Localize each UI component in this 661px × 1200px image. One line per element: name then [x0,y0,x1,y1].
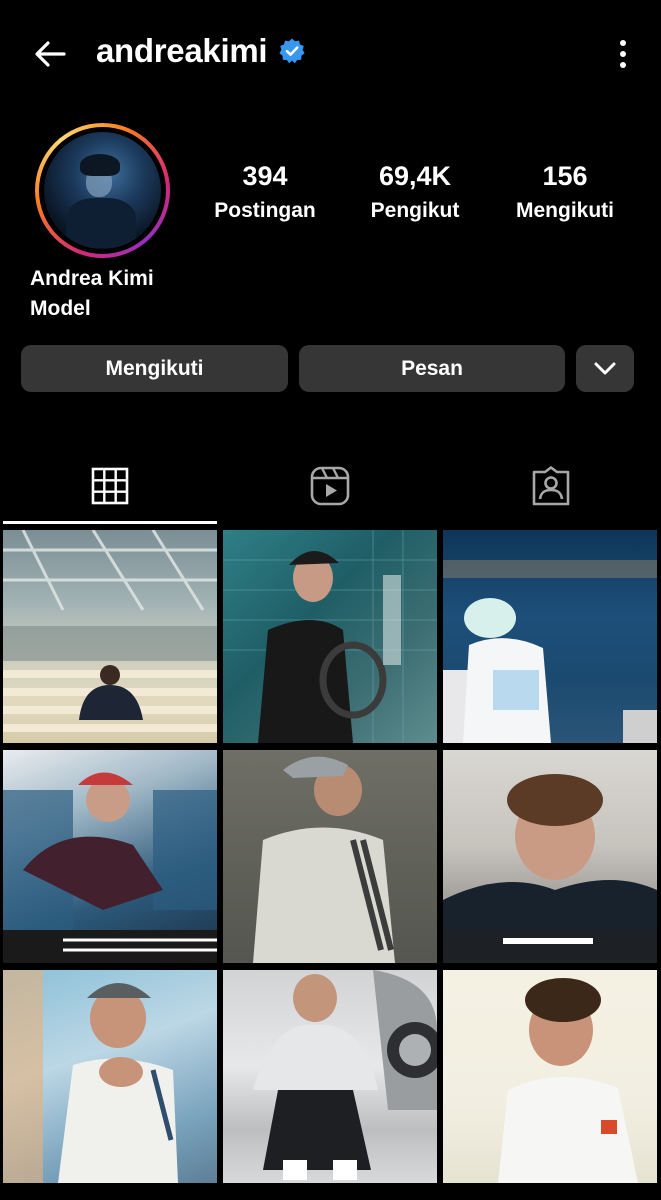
post-thumbnail[interactable] [223,970,437,1183]
reels-icon [311,466,350,506]
stat-value: 69,4K [378,161,452,191]
post-thumbnail[interactable] [443,750,657,963]
active-tab-indicator [3,521,217,524]
tagged-icon [532,466,570,506]
stat-label: Postingan [214,199,316,222]
post-thumbnail[interactable] [443,970,657,1183]
post-thumbnail[interactable] [443,530,657,743]
suggested-accounts-button[interactable] [576,345,634,392]
profile-stats: 394 Postingan 69,4K Pengikut 156 Mengiku… [190,158,640,228]
verified-badge-icon [277,36,307,66]
post-thumbnail[interactable] [223,530,437,743]
username: andreakimi [96,32,268,69]
tab-tagged[interactable] [441,446,661,526]
post-thumbnail[interactable] [223,750,437,963]
followers-count[interactable]: 69,4K Pengikut [340,158,490,228]
posts-grid [3,530,658,1183]
stat-label: Mengikuti [516,199,614,222]
avatar-image [44,132,161,249]
profile-name: Andrea Kimi [30,267,154,290]
following-button[interactable]: Mengikuti [21,345,288,392]
message-button[interactable]: Pesan [299,345,565,392]
stat-label: Pengikut [370,199,460,222]
grid-icon [91,467,129,505]
profile-category: Model [30,297,91,320]
username-row: andreakimi [96,32,307,70]
tab-reels[interactable] [220,446,440,526]
tab-posts-grid[interactable] [0,446,220,526]
more-options-button[interactable] [613,36,633,72]
more-vertical-icon [620,40,626,46]
post-thumbnail[interactable] [3,970,217,1183]
top-bar: andreakimi [0,0,661,108]
posts-count[interactable]: 394 Postingan [190,158,340,228]
post-thumbnail[interactable] [3,750,217,963]
chevron-down-icon [594,362,616,374]
profile-screen: andreakimi 394 Postingan 69,4K Pengikut … [0,0,661,1200]
profile-tabs [0,446,661,526]
arrow-left-icon [35,41,66,67]
following-count[interactable]: 156 Mengikuti [490,158,640,228]
back-button[interactable] [30,34,70,74]
stat-value: 156 [542,161,588,191]
post-thumbnail[interactable] [3,530,217,743]
profile-avatar[interactable] [35,123,170,258]
stat-value: 394 [242,161,288,191]
